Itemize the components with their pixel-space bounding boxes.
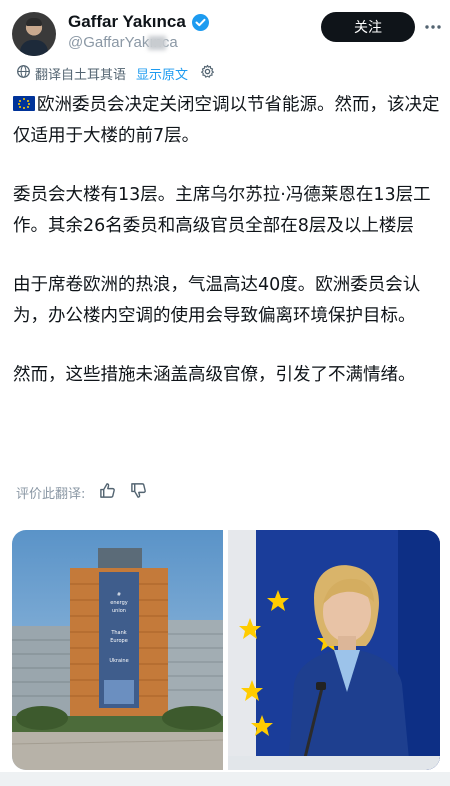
poster-line-6: Ukraine [109, 658, 128, 664]
poster-line-4: Thank [110, 630, 126, 636]
post-paragraph-4: 然而，这些措施未涵盖高级官僚，引发了不满情绪。 [13, 365, 416, 385]
post-paragraph-3: 由于席卷欧洲的热浪，气温高达40度。欧洲委员会认为，办公楼内空调的使用会导致偏离… [13, 275, 421, 326]
thumbs-down-icon[interactable] [130, 482, 147, 503]
poster-line-2: energy [110, 600, 127, 606]
translation-label: 翻译自土耳其语 [35, 68, 127, 83]
eu-flag-icon [13, 96, 35, 111]
author-display-name[interactable]: Gaffar Yakınca [68, 12, 186, 32]
poster-line-3: union [112, 608, 126, 614]
media-image-berlaymont[interactable]: # energy union Thank Europe Ukraine [12, 530, 223, 770]
verified-badge-icon [191, 13, 209, 31]
post-header: Gaffar Yakınca @GaffarYakınca 关注 [0, 0, 450, 62]
poster-line-1: # [117, 592, 121, 598]
bottom-divider [0, 772, 450, 786]
poster-line-5: Europe [110, 638, 128, 644]
post-text: 欧洲委员会决定关闭空调以节省能源。然而，该决定仅适用于大楼的前7层。 委员会大楼… [13, 90, 441, 419]
show-original-link[interactable]: 显示原文 [136, 64, 188, 83]
author-name-row: Gaffar Yakınca [68, 12, 209, 32]
globe-icon [16, 64, 31, 83]
avatar[interactable] [12, 12, 56, 56]
more-icon[interactable] [422, 16, 444, 38]
rate-translation-row: 评价此翻译: [16, 482, 147, 503]
handle-redaction [148, 36, 166, 50]
follow-button[interactable]: 关注 [321, 12, 415, 42]
gear-icon[interactable] [200, 64, 215, 83]
translation-notice: 翻译自土耳其语 显示原文 [16, 64, 215, 83]
paragraph-text: 欧洲委员会决定关闭空调以节省能源。然而，该决定仅适用于大楼的前7层。 [13, 95, 440, 146]
media-image-von-der-leyen[interactable] [228, 530, 440, 770]
rate-translation-label: 评价此翻译: [16, 487, 86, 502]
thumbs-up-icon[interactable] [99, 482, 116, 503]
post-paragraph-2: 委员会大楼有13层。主席乌尔苏拉·冯德莱恩在13层工作。其余26名委员和高级官员… [13, 185, 431, 236]
post-paragraph-1: 欧洲委员会决定关闭空调以节省能源。然而，该决定仅适用于大楼的前7层。 [13, 90, 441, 152]
